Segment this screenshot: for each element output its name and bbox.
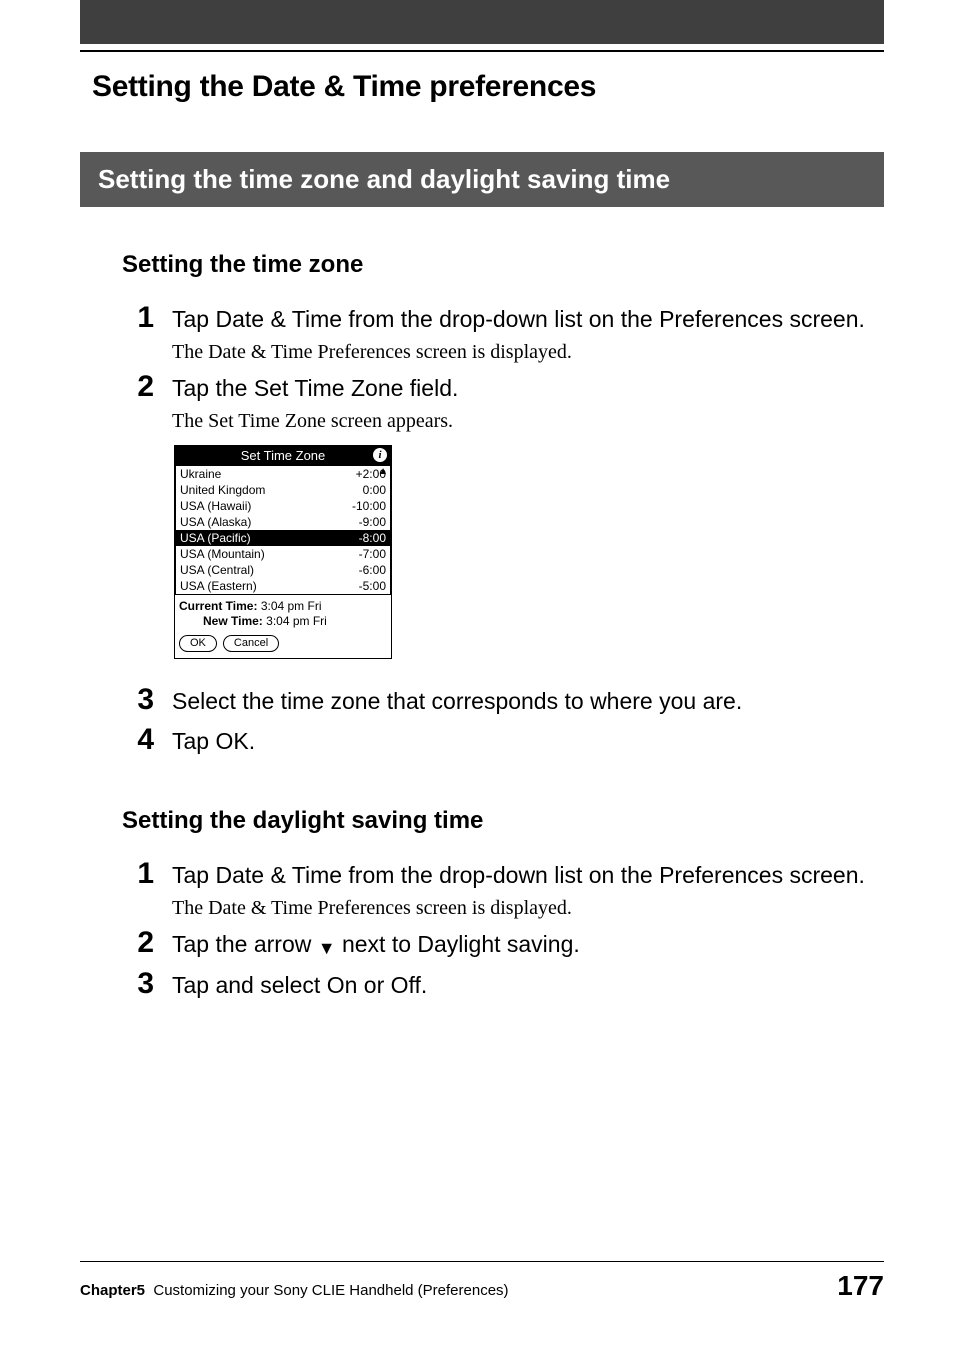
step-subtext: The Date & Time Preferences screen is di…	[172, 341, 884, 364]
step-number: 3	[130, 969, 154, 999]
new-time-row: New Time: 3:04 pm Fri	[179, 614, 387, 629]
page-number: 177	[837, 1270, 884, 1302]
dst-step-3: 3 Tap and select On or Off.	[130, 969, 884, 1001]
step-1: 1 Tap Date & Time from the drop-down lis…	[130, 303, 884, 364]
step-text: Tap Date & Time from the drop-down list …	[172, 860, 884, 891]
subheading-dst: Setting the daylight saving time	[122, 807, 884, 835]
step-text: Tap the Set Time Zone field.	[172, 373, 884, 404]
steps-dst: 1 Tap Date & Time from the drop-down lis…	[130, 859, 884, 1000]
scroll-up-icon[interactable]: ▲	[378, 466, 388, 477]
down-arrow-icon: ▼	[318, 936, 336, 960]
dst-step-2: 2 Tap the arrow ▼ next to Daylight savin…	[130, 928, 884, 960]
palm-title-text: Set Time Zone	[241, 448, 326, 463]
tz-row-hawaii[interactable]: USA (Hawaii)-10:00	[176, 498, 390, 514]
timezone-list[interactable]: ▲ Ukraine+2:00 United Kingdom0:00 USA (H…	[175, 465, 391, 595]
step-2: 2 Tap the Set Time Zone field. The Set T…	[130, 372, 884, 433]
step-3: 3 Select the time zone that corresponds …	[130, 685, 884, 717]
step-subtext: The Set Time Zone screen appears.	[172, 410, 884, 433]
step-text: Tap OK.	[172, 726, 884, 757]
dst-step-1: 1 Tap Date & Time from the drop-down lis…	[130, 859, 884, 920]
tz-row-uk[interactable]: United Kingdom0:00	[176, 482, 390, 498]
tz-row-pacific-selected[interactable]: USA (Pacific)-8:00	[176, 530, 390, 546]
palm-screenshot: Set Time Zone i ▲ Ukraine+2:00 United Ki…	[174, 445, 884, 659]
step-subtext: The Date & Time Preferences screen is di…	[172, 897, 884, 920]
steps-timezone-cont: 3 Select the time zone that corresponds …	[130, 685, 884, 757]
palm-window: Set Time Zone i ▲ Ukraine+2:00 United Ki…	[174, 445, 392, 659]
step-number: 1	[130, 859, 154, 889]
top-header-bar	[80, 0, 884, 44]
subheading-timezone: Setting the time zone	[122, 251, 884, 279]
page-content: Setting the Date & Time preferences Sett…	[0, 52, 954, 1001]
step-number: 2	[130, 372, 154, 402]
step-text: Tap the arrow ▼ next to Daylight saving.	[172, 929, 884, 960]
section-band: Setting the time zone and daylight savin…	[80, 152, 884, 207]
tz-row-alaska[interactable]: USA (Alaska)-9:00	[176, 514, 390, 530]
info-icon[interactable]: i	[373, 448, 387, 462]
step-number: 2	[130, 928, 154, 958]
tz-row-eastern[interactable]: USA (Eastern)-5:00	[176, 578, 390, 594]
footer-chapter: Chapter5 Customizing your Sony CLIE Hand…	[80, 1282, 509, 1299]
page-title: Setting the Date & Time preferences	[92, 70, 884, 104]
step-4: 4 Tap OK.	[130, 725, 884, 757]
palm-body: Current Time: 3:04 pm Fri New Time: 3:04…	[175, 595, 391, 658]
step-text: Tap Date & Time from the drop-down list …	[172, 304, 884, 335]
step-number: 3	[130, 685, 154, 715]
tz-row-ukraine[interactable]: Ukraine+2:00	[176, 466, 390, 482]
tz-row-central[interactable]: USA (Central)-6:00	[176, 562, 390, 578]
cancel-button[interactable]: Cancel	[223, 635, 279, 652]
step-text: Select the time zone that corresponds to…	[172, 686, 884, 717]
step-number: 1	[130, 303, 154, 333]
step-text: Tap and select On or Off.	[172, 970, 884, 1001]
steps-timezone: 1 Tap Date & Time from the drop-down lis…	[130, 303, 884, 433]
ok-button[interactable]: OK	[179, 635, 217, 652]
page-footer: Chapter5 Customizing your Sony CLIE Hand…	[80, 1261, 884, 1302]
step-number: 4	[130, 725, 154, 755]
palm-window-title: Set Time Zone i	[175, 446, 391, 465]
tz-row-mountain[interactable]: USA (Mountain)-7:00	[176, 546, 390, 562]
current-time-row: Current Time: 3:04 pm Fri	[179, 599, 387, 614]
